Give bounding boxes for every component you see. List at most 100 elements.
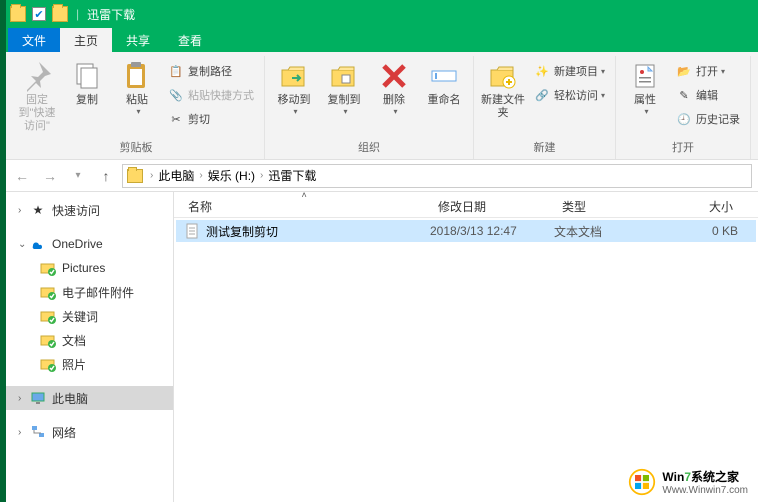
- star-icon: ★: [30, 202, 46, 218]
- crumb-folder[interactable]: 迅雷下载: [266, 167, 318, 184]
- properties-button[interactable]: 属性▾: [622, 56, 668, 117]
- address-bar[interactable]: › 此电脑 › 娱乐 (H:) › 迅雷下载: [122, 164, 752, 188]
- new-item-button[interactable]: ✨新建项目▾: [530, 60, 609, 82]
- cut-button[interactable]: ✂剪切: [164, 108, 258, 130]
- tab-view[interactable]: 查看: [164, 28, 216, 52]
- text-file-icon: [184, 223, 200, 239]
- tree-keywords[interactable]: 关键词: [0, 304, 173, 328]
- file-size: 0 KB: [670, 224, 738, 238]
- crumb-chevron[interactable]: ›: [257, 170, 266, 181]
- nav-up-button[interactable]: ↑: [94, 164, 118, 188]
- col-date[interactable]: 修改日期: [430, 192, 554, 217]
- edit-button[interactable]: ✎编辑: [672, 84, 744, 106]
- edit-icon: ✎: [676, 87, 692, 103]
- new-group-label: 新建: [534, 137, 556, 159]
- file-row[interactable]: 测试复制剪切 2018/3/13 12:47 文本文档 0 KB: [176, 220, 756, 242]
- crumb-drive[interactable]: 娱乐 (H:): [206, 167, 257, 184]
- window-title: 迅雷下载: [87, 6, 135, 23]
- qat-separator: |: [76, 7, 79, 21]
- tree-photos[interactable]: 照片: [0, 352, 173, 376]
- tree-docs[interactable]: 文档: [0, 328, 173, 352]
- new-item-icon: ✨: [534, 63, 550, 79]
- delete-label: 删除: [383, 94, 405, 107]
- ribbon-group-open: 属性▾ 📂打开▾ ✎编辑 🕘历史记录 打开: [616, 56, 751, 159]
- onedrive-icon: [30, 236, 46, 252]
- watermark-title: Win7系统之家: [662, 468, 748, 485]
- copy-icon: [71, 60, 103, 92]
- rename-button[interactable]: 重命名: [421, 56, 467, 107]
- paste-icon: [121, 60, 153, 92]
- tab-file[interactable]: 文件: [8, 28, 60, 52]
- ribbon-group-select: ☑全 ☐全 ◨反 选: [751, 56, 758, 159]
- file-date: 2018/3/13 12:47: [430, 224, 554, 238]
- watermark-url: Www.Winwin7.com: [662, 485, 748, 496]
- qat-checkbox[interactable]: ✔: [32, 7, 46, 21]
- ribbon-group-new: 新建文件夹 ✨新建项目▾ 🔗轻松访问▾ 新建: [474, 56, 616, 159]
- tree-pictures[interactable]: Pictures: [0, 256, 173, 280]
- folder-sync-icon: [40, 356, 56, 372]
- crumb-chevron[interactable]: ›: [147, 170, 156, 181]
- pin-icon: [21, 60, 53, 92]
- clipboard-group-label: 剪贴板: [120, 137, 153, 159]
- rename-icon: [428, 60, 460, 92]
- sort-indicator-icon: ˄: [302, 190, 307, 200]
- crumb-thispc[interactable]: 此电脑: [156, 167, 196, 184]
- folder-sync-icon: [40, 260, 56, 276]
- tree-email-attachments[interactable]: 电子邮件附件: [0, 280, 173, 304]
- address-folder-icon: [127, 169, 143, 183]
- copy-button[interactable]: 复制: [64, 56, 110, 107]
- paste-shortcut-icon: 📎: [168, 87, 184, 103]
- move-to-button[interactable]: 移动到▾: [271, 56, 317, 117]
- folder-sync-icon: [40, 332, 56, 348]
- navbar: ← → ▾ ↑ › 此电脑 › 娱乐 (H:) › 迅雷下载: [0, 160, 758, 192]
- tab-share[interactable]: 共享: [112, 28, 164, 52]
- new-folder-button[interactable]: 新建文件夹: [480, 56, 526, 120]
- copy-label: 复制: [76, 94, 98, 107]
- tree-onedrive[interactable]: ⌄OneDrive: [0, 232, 173, 256]
- col-size[interactable]: 大小: [670, 192, 742, 217]
- nav-recent-dropdown[interactable]: ▾: [66, 164, 90, 188]
- history-button[interactable]: 🕘历史记录: [672, 108, 744, 130]
- body: ›★快速访问 ⌄OneDrive Pictures 电子邮件附件 关键词 文档 …: [0, 192, 758, 502]
- open-icon: 📂: [676, 63, 692, 79]
- easy-access-button[interactable]: 🔗轻松访问▾: [530, 84, 609, 106]
- properties-label: 属性: [634, 94, 656, 107]
- ribbon: 固定到"快速访问" 复制 粘贴▾ 📋复制路径 📎粘贴快捷方式 ✂剪切 剪贴板 移…: [0, 52, 758, 160]
- copy-path-button[interactable]: 📋复制路径: [164, 60, 258, 82]
- crumb-chevron[interactable]: ›: [196, 170, 205, 181]
- nav-forward-button[interactable]: →: [38, 164, 62, 188]
- paste-label: 粘贴: [126, 94, 148, 107]
- file-name: 测试复制剪切: [206, 223, 278, 240]
- tab-home[interactable]: 主页: [60, 28, 112, 52]
- folder-sync-icon: [40, 284, 56, 300]
- delete-button[interactable]: 删除▾: [371, 56, 417, 117]
- move-to-icon: [278, 60, 310, 92]
- nav-back-button[interactable]: ←: [10, 164, 34, 188]
- watermark-logo-icon: [628, 468, 656, 496]
- paste-button[interactable]: 粘贴▾: [114, 56, 160, 117]
- tree-quick-access[interactable]: ›★快速访问: [0, 198, 173, 222]
- col-name[interactable]: ˄名称: [174, 192, 430, 217]
- pin-quick-access-button[interactable]: 固定到"快速访问": [14, 56, 60, 134]
- tree-network[interactable]: ›网络: [0, 420, 173, 444]
- col-type[interactable]: 类型: [554, 192, 670, 217]
- new-folder-label: 新建文件夹: [480, 94, 526, 120]
- nav-tree: ›★快速访问 ⌄OneDrive Pictures 电子邮件附件 关键词 文档 …: [0, 192, 174, 502]
- titlebar: ✔ | 迅雷下载: [0, 0, 758, 28]
- delete-icon: [378, 60, 410, 92]
- file-list: ˄名称 修改日期 类型 大小 测试复制剪切 2018/3/13 12:47 文本…: [174, 192, 758, 502]
- copy-to-button[interactable]: 复制到▾: [321, 56, 367, 117]
- cut-icon: ✂: [168, 111, 184, 127]
- watermark: Win7系统之家 Www.Winwin7.com: [628, 468, 748, 496]
- network-icon: [30, 424, 46, 440]
- copy-to-icon: [328, 60, 360, 92]
- ribbon-tabs: 文件 主页 共享 查看: [0, 28, 758, 52]
- tree-this-pc[interactable]: ›此电脑: [0, 386, 173, 410]
- monitor-icon: [30, 390, 46, 406]
- copy-to-label: 复制到: [328, 94, 361, 107]
- properties-icon: [629, 60, 661, 92]
- qat-folder-icon[interactable]: [52, 6, 68, 22]
- paste-shortcut-button[interactable]: 📎粘贴快捷方式: [164, 84, 258, 106]
- open-button[interactable]: 📂打开▾: [672, 60, 744, 82]
- window-left-accent: [0, 0, 6, 502]
